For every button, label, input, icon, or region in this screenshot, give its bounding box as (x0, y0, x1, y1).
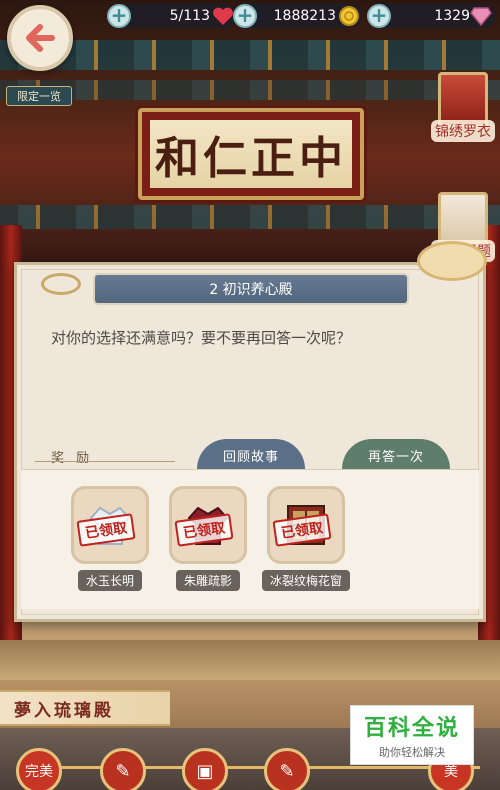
reward-name: 朱雕疏影 (175, 570, 240, 591)
roof-beam (0, 80, 500, 100)
path-line (20, 766, 480, 769)
roof-beam (0, 40, 500, 70)
watermark-subtitle: 助你轻松解决 (379, 746, 445, 759)
gem-value: 1329 (434, 8, 470, 24)
arrow-left-icon (26, 24, 55, 52)
coin-icon (339, 6, 359, 26)
limited-label: 限定一览 (17, 90, 61, 103)
brush-icon: ✎ (115, 760, 131, 782)
stage-floor (0, 640, 500, 680)
chapter-banner: 夢入琉璃殿 (0, 690, 170, 726)
brush-icon: ✎ (279, 760, 295, 782)
coin-value: 1888213 (273, 8, 336, 24)
watermark-logo: 百科全说 助你轻松解决 (350, 705, 474, 765)
back-button[interactable] (7, 5, 73, 71)
story-result-dialog: 2 初识养心殿 对你的选择还满意吗？要不要再回答一次呢？ 奖 励 回顾故事 再答… (14, 241, 487, 622)
add-stamina-button[interactable]: + (107, 4, 131, 28)
gem-icon (470, 7, 492, 26)
side-button-embroidered-robe[interactable]: 锦绣罗衣 (430, 72, 496, 142)
add-gems-button[interactable]: + (367, 4, 391, 28)
review-story-button[interactable]: 回顾故事 (197, 439, 305, 469)
reward-frame: 已领取 (169, 486, 247, 564)
roof-beam (0, 205, 500, 229)
reward-frame: 已领取 (71, 486, 149, 564)
reward-name: 水玉长明 (77, 570, 142, 591)
plaque-text: 和仁正中 (150, 120, 352, 188)
reward-heading: 奖 励 (51, 451, 94, 466)
limited-showcase-button[interactable]: 限定一览 (6, 86, 72, 106)
path-node-chest[interactable]: ▣ (182, 748, 228, 790)
dialog-question: 对你的选择还满意吗？要不要再回答一次呢？ (51, 329, 352, 347)
reward-item[interactable]: 已领取 水玉长明 (65, 486, 155, 591)
watermark-title: 百科全说 (363, 716, 460, 741)
cloud-ornament-icon (41, 273, 81, 295)
reward-list: 已领取 水玉长明 已领取 朱雕疏影 已领取 冰裂纹梅花窗 (21, 469, 479, 609)
palace-plaque: 和仁正中 (138, 108, 364, 200)
path-node-brush[interactable]: ✎ (264, 748, 310, 790)
reward-item[interactable]: 已领取 朱雕疏影 (163, 486, 253, 591)
heart-icon (213, 7, 233, 25)
side-label: 锦绣罗衣 (431, 120, 495, 142)
path-node-completed[interactable]: 完美 (16, 748, 62, 790)
dialog-title: 2 初识养心殿 (95, 275, 407, 303)
reward-item[interactable]: 已领取 冰裂纹梅花窗 (261, 486, 351, 591)
divider (35, 461, 175, 462)
cloud-ornament-icon (417, 241, 487, 281)
reanswer-button[interactable]: 再答一次 (342, 439, 450, 469)
reward-name: 冰裂纹梅花窗 (261, 570, 350, 591)
path-node-brush[interactable]: ✎ (100, 748, 146, 790)
add-coins-button[interactable]: + (233, 4, 257, 28)
chest-icon: ▣ (196, 760, 214, 782)
reward-frame: 已领取 (267, 486, 345, 564)
stamina-value: 5/113 (169, 8, 210, 24)
